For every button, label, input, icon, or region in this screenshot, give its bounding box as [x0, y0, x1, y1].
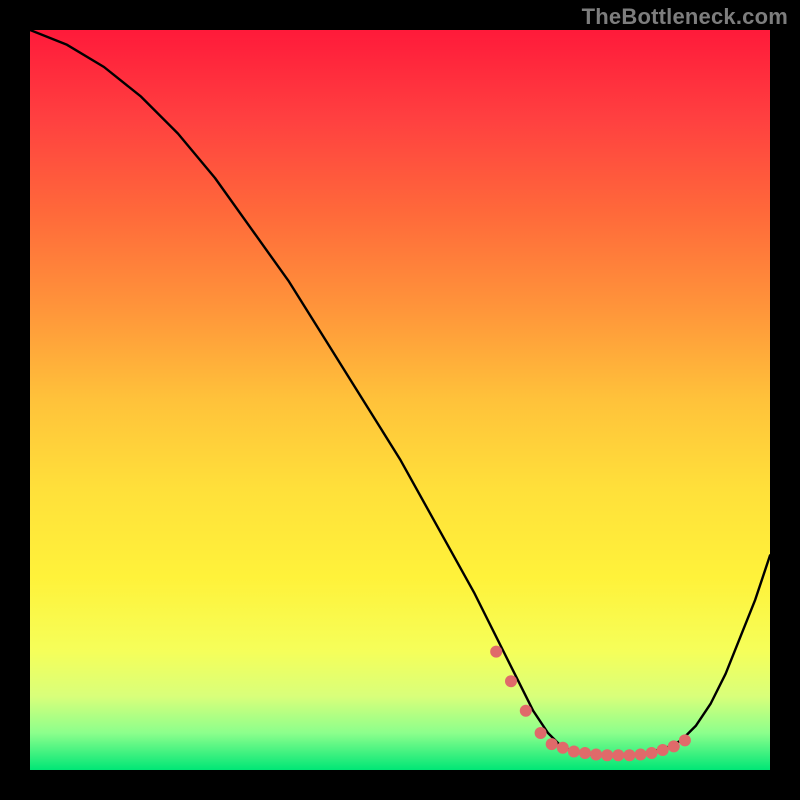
optimal-zone-marker [579, 747, 591, 759]
optimal-zone-marker [557, 742, 569, 754]
plot-svg [30, 30, 770, 770]
optimal-zone-marker [635, 748, 647, 760]
optimal-zone-marker [623, 749, 635, 761]
optimal-zone-marker [646, 747, 658, 759]
optimal-zone-marker [535, 727, 547, 739]
optimal-zone-marker [568, 746, 580, 758]
optimal-zone-markers [490, 646, 691, 762]
optimal-zone-marker [590, 748, 602, 760]
optimal-zone-marker [520, 705, 532, 717]
optimal-zone-marker [601, 749, 613, 761]
optimal-zone-marker [679, 734, 691, 746]
optimal-zone-marker [657, 744, 669, 756]
optimal-zone-marker [668, 740, 680, 752]
optimal-zone-marker [505, 675, 517, 687]
optimal-zone-marker [490, 646, 502, 658]
bottleneck-curve-line [30, 30, 770, 755]
optimal-zone-marker [546, 738, 558, 750]
watermark-label: TheBottleneck.com [582, 4, 788, 30]
optimal-zone-marker [612, 749, 624, 761]
chart-container: TheBottleneck.com [0, 0, 800, 800]
